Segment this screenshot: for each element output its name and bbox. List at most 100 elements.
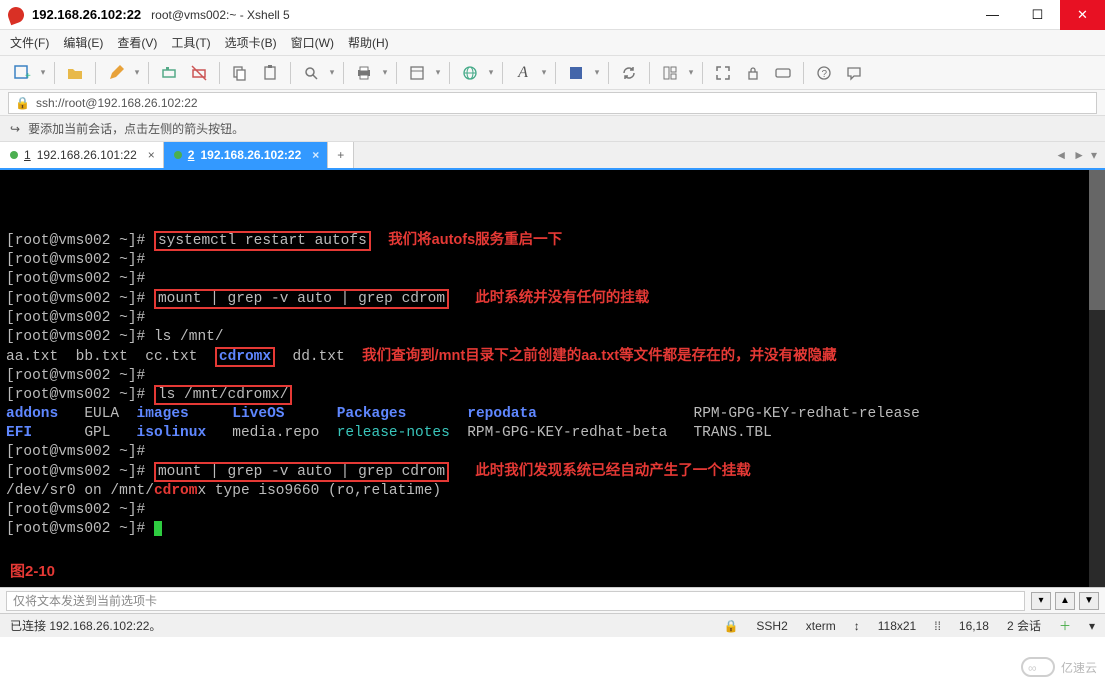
address-url: ssh://root@192.168.26.102:22 <box>36 96 198 110</box>
help-icon[interactable]: ? <box>810 59 838 87</box>
prompt: [root@vms002 ~]# <box>6 521 154 537</box>
dir: EFI <box>6 425 32 441</box>
send-up-icon[interactable]: ▲ <box>1055 592 1075 610</box>
new-session-icon[interactable]: + <box>8 59 36 87</box>
prompt: [root@vms002 ~]# <box>6 291 154 307</box>
menubar: 文件(F) 编辑(E) 查看(V) 工具(T) 选项卡(B) 窗口(W) 帮助(… <box>0 30 1105 56</box>
keyboard-icon[interactable] <box>769 59 797 87</box>
layout-icon[interactable] <box>656 59 684 87</box>
tab-list-icon[interactable]: ▾ <box>1091 148 1097 162</box>
status-cursor: 16,18 <box>959 619 989 633</box>
status-bar: 已连接 192.168.26.102:22。 🔒 SSH2 xterm ↕ 11… <box>0 613 1105 637</box>
menu-window[interactable]: 窗口(W) <box>291 34 334 51</box>
tab-add-button[interactable]: + <box>328 142 354 168</box>
status-menu-icon[interactable]: ▾ <box>1089 619 1095 633</box>
window-title-suffix: root@vms002:~ - Xshell 5 <box>151 8 970 22</box>
lock-small-icon: 🔒 <box>15 96 30 110</box>
annotation: 此时系统并没有任何的挂载 <box>475 290 649 306</box>
dropdown-icon[interactable]: ▾ <box>539 67 549 78</box>
app-icon <box>6 4 27 25</box>
menu-edit[interactable]: 编辑(E) <box>63 34 103 51</box>
close-button[interactable]: ✕ <box>1060 0 1105 30</box>
dropdown-icon[interactable]: ▾ <box>380 67 390 78</box>
tab-close-icon[interactable]: × <box>312 148 319 162</box>
status-cursor-icon: ⁞⁞ <box>934 619 941 633</box>
tab-prev-icon[interactable]: ◄ <box>1055 148 1067 162</box>
mount-output-post: x type iso9660 (ro,relatime) <box>197 483 441 499</box>
prompt: [root@vms002 ~]# <box>6 444 154 460</box>
dir: repodata <box>467 406 537 422</box>
send-input[interactable]: 仅将文本发送到当前选项卡 <box>6 591 1025 611</box>
status-protocol-icon: 🔒 <box>723 619 738 633</box>
status-connection: 已连接 192.168.26.102:22。 <box>10 617 161 634</box>
session-tab-2[interactable]: 2 192.168.26.102:22 × <box>164 142 328 168</box>
paste-icon[interactable] <box>256 59 284 87</box>
session-tab-1[interactable]: 1 192.168.26.101:22 × <box>0 142 164 168</box>
status-size-icon: ↕ <box>854 619 860 633</box>
titlebar: 192.168.26.102:22 root@vms002:~ - Xshell… <box>0 0 1105 30</box>
menu-help[interactable]: 帮助(H) <box>348 34 389 51</box>
svg-text:+: + <box>25 71 31 82</box>
tab-next-icon[interactable]: ► <box>1073 148 1085 162</box>
watermark-text: 亿速云 <box>1061 659 1097 676</box>
menu-tabs[interactable]: 选项卡(B) <box>225 34 277 51</box>
dir: LiveOS <box>232 406 284 422</box>
send-down-icon[interactable]: ▼ <box>1079 592 1099 610</box>
address-input[interactable]: 🔒 ssh://root@192.168.26.102:22 <box>8 92 1097 114</box>
dropdown-icon[interactable]: ▾ <box>486 67 496 78</box>
scrollbar-thumb[interactable] <box>1089 170 1105 310</box>
dropdown-icon[interactable]: ▾ <box>327 67 337 78</box>
tab-close-icon[interactable]: × <box>148 148 155 162</box>
status-dot-icon <box>174 151 182 159</box>
arrow-tip-icon[interactable]: ↪ <box>10 122 20 136</box>
globe-icon[interactable] <box>456 59 484 87</box>
minimize-button[interactable]: — <box>970 0 1015 30</box>
figure-label: 图2-10 <box>10 562 55 581</box>
file: bb.txt <box>76 349 128 365</box>
status-dot-icon <box>10 151 18 159</box>
pencil-icon[interactable] <box>102 59 130 87</box>
copy-icon[interactable] <box>226 59 254 87</box>
command-mount-grep-2: mount | grep -v auto | grep cdrom <box>154 462 449 482</box>
annotation: 我们查询到/mnt目录下之前创建的aa.txt等文件都是存在的，并没有被隐藏 <box>362 348 836 364</box>
maximize-button[interactable]: ☐ <box>1015 0 1060 30</box>
command-ls-mnt: ls /mnt/ <box>154 329 224 345</box>
menu-view[interactable]: 查看(V) <box>117 34 157 51</box>
font-icon[interactable]: A <box>509 59 537 87</box>
find-icon[interactable] <box>297 59 325 87</box>
properties-icon[interactable] <box>403 59 431 87</box>
hint-text: 要添加当前会话，点击左侧的箭头按钮。 <box>28 120 244 137</box>
watermark: ∞ 亿速云 <box>1021 657 1097 677</box>
status-protocol: SSH2 <box>756 619 787 633</box>
file: RPM-GPG-KEY-redhat-release <box>694 406 920 422</box>
dropdown-icon[interactable]: ▾ <box>592 67 602 78</box>
dir: addons <box>6 406 58 422</box>
file: cc.txt <box>145 349 197 365</box>
dir: images <box>137 406 189 422</box>
print-icon[interactable] <box>350 59 378 87</box>
connect-icon[interactable] <box>155 59 183 87</box>
sync-icon[interactable] <box>615 59 643 87</box>
dir: isolinux <box>137 425 207 441</box>
menu-tools[interactable]: 工具(T) <box>171 34 210 51</box>
send-placeholder: 仅将文本发送到当前选项卡 <box>13 592 157 609</box>
prompt: [root@vms002 ~]# <box>6 368 154 384</box>
lock-icon[interactable] <box>739 59 767 87</box>
file: GPL <box>84 425 110 441</box>
dropdown-icon[interactable]: ▾ <box>38 67 48 78</box>
fullscreen-icon[interactable] <box>709 59 737 87</box>
dropdown-icon[interactable]: ▾ <box>433 67 443 78</box>
command-ls-cdromx: ls /mnt/cdromx/ <box>154 385 293 405</box>
menu-file[interactable]: 文件(F) <box>10 34 49 51</box>
open-icon[interactable] <box>61 59 89 87</box>
dir: Packages <box>337 406 407 422</box>
tab-index: 2 <box>188 148 195 162</box>
terminal[interactable]: [root@vms002 ~]# systemctl restart autof… <box>0 170 1105 587</box>
dropdown-icon[interactable]: ▾ <box>132 67 142 78</box>
disconnect-icon[interactable] <box>185 59 213 87</box>
dropdown-icon[interactable]: ▾ <box>686 67 696 78</box>
chat-icon[interactable] <box>840 59 868 87</box>
send-dropdown-icon[interactable]: ▾ <box>1031 592 1051 610</box>
status-add-icon[interactable]: ＋ <box>1059 617 1071 634</box>
color-icon[interactable] <box>562 59 590 87</box>
